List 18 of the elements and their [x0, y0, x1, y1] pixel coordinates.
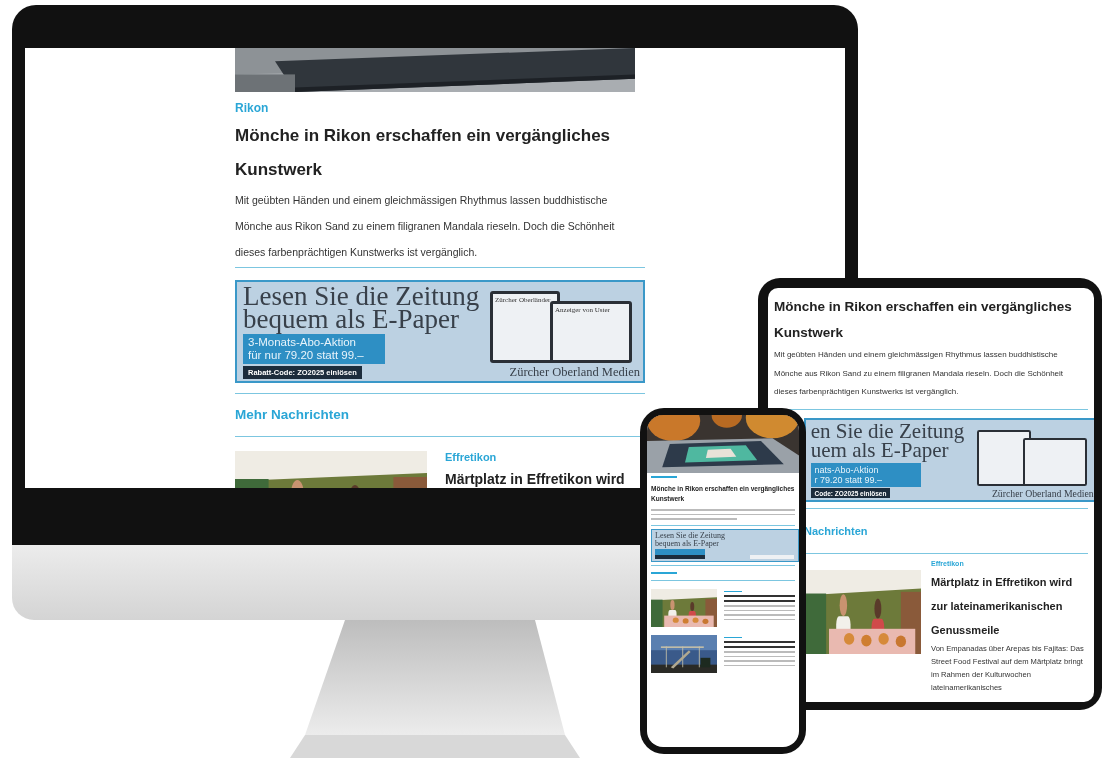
- article-teaser: Mit geübten Händen und einem gleichmässigen Rhythmus lassen buddhistische Mönche aus Rikon Sand zu einem filigranen Mandala rieseln. Doch die Schönheit dieses farbenprächtigen Kunstwerks ist vergänglich.: [235, 193, 616, 260]
- brand-name: Zürcher Oberland Medien: [991, 487, 1094, 499]
- ad-headline: uem als E-Paper: [810, 441, 949, 461]
- offer-label: nats-Abo-Aktion r 79.20 statt 99.–: [810, 463, 922, 487]
- article-teaser: Mit geübten Händen und einem gleichmässigen Rhythmus lassen buddhistische Mönche aus Rikon Sand zu einem filigranen Mandala rieseln. Doch die Schönheit dieses farbenprächtigen Kunstwerks ist vergänglich.: [774, 349, 1065, 398]
- newspaper-drawing: [1023, 438, 1088, 487]
- ad-headline: Lesen Sie die Zeitung: [655, 531, 726, 539]
- article-title[interactable]: Mönche in Rikon erschaffen ein vergängliches Kunstwerk: [235, 119, 645, 187]
- section-heading: Mehr Nachrichten: [235, 406, 350, 424]
- offer-label: 3-Monats-Abo-Aktion für nur 79.20 statt 99.–: [243, 334, 385, 364]
- brand-name: Zürcher Oberland Medien: [509, 365, 640, 380]
- article-title[interactable]: Mönche in Rikon erschaffen ein vergängliches Kunstwerk: [774, 294, 1088, 346]
- section-heading: Nachrichten: [804, 523, 868, 539]
- article-title[interactable]: Märtplatz in Effretikon wird zur lateinamerikanischen Genussmeile: [931, 569, 1087, 642]
- ad-headline: bequem als E-Paper: [655, 540, 719, 548]
- article-title[interactable]: Märtplatz in Effretikon wird: [445, 463, 625, 488]
- ad-banner[interactable]: Lesen Sie die Zeitung bequem als E-Paper: [651, 528, 799, 562]
- ad-headline: en Sie die Zeitung: [810, 421, 965, 442]
